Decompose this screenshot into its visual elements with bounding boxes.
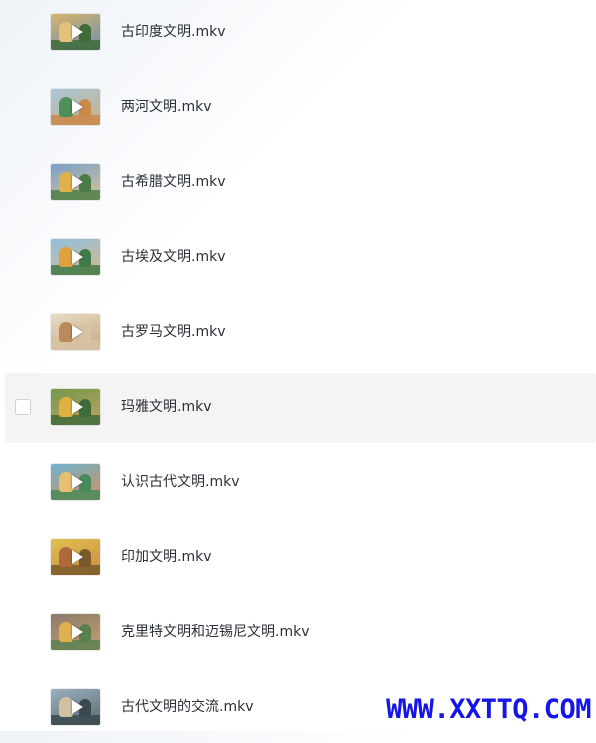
thumbnail-ground bbox=[51, 190, 100, 200]
file-name[interactable]: 古埃及文明.mkv bbox=[121, 247, 225, 267]
video-thumbnail[interactable] bbox=[51, 314, 100, 350]
play-icon bbox=[71, 400, 83, 414]
file-name[interactable]: 古罗马文明.mkv bbox=[121, 322, 225, 342]
thumbnail-ground bbox=[51, 115, 100, 125]
file-row[interactable]: 印加文明.mkv bbox=[5, 523, 596, 593]
thumbnail-ground bbox=[51, 40, 100, 50]
video-thumbnail[interactable] bbox=[51, 239, 100, 275]
file-name[interactable]: 古代文明的交流.mkv bbox=[121, 697, 253, 717]
file-row[interactable]: 认识古代文明.mkv bbox=[5, 448, 596, 518]
watermark-text: WWW.XXTTQ.COM bbox=[386, 694, 591, 725]
file-row[interactable]: 古罗马文明.mkv bbox=[5, 298, 596, 368]
video-thumbnail[interactable] bbox=[51, 389, 100, 425]
play-icon bbox=[71, 25, 83, 39]
play-icon bbox=[71, 700, 83, 714]
video-thumbnail[interactable] bbox=[51, 464, 100, 500]
file-row[interactable]: 克里特文明和迈锡尼文明.mkv bbox=[5, 598, 596, 668]
file-row[interactable]: 玛雅文明.mkv bbox=[5, 373, 596, 443]
file-name[interactable]: 印加文明.mkv bbox=[121, 547, 211, 567]
file-row[interactable]: 古埃及文明.mkv bbox=[5, 223, 596, 293]
file-row[interactable]: 古希腊文明.mkv bbox=[5, 148, 596, 218]
play-icon bbox=[71, 325, 83, 339]
file-name[interactable]: 克里特文明和迈锡尼文明.mkv bbox=[121, 622, 309, 642]
thumbnail-ground bbox=[51, 340, 100, 350]
thumbnail-ground bbox=[51, 565, 100, 575]
video-thumbnail[interactable] bbox=[51, 89, 100, 125]
play-icon bbox=[71, 175, 83, 189]
play-icon bbox=[71, 625, 83, 639]
file-name[interactable]: 古印度文明.mkv bbox=[121, 22, 225, 42]
thumbnail-ground bbox=[51, 490, 100, 500]
play-icon bbox=[71, 475, 83, 489]
video-thumbnail[interactable] bbox=[51, 539, 100, 575]
play-icon bbox=[71, 250, 83, 264]
video-thumbnail[interactable] bbox=[51, 689, 100, 725]
thumbnail-ground bbox=[51, 640, 100, 650]
thumbnail-ground bbox=[51, 265, 100, 275]
video-thumbnail[interactable] bbox=[51, 14, 100, 50]
file-name[interactable]: 认识古代文明.mkv bbox=[121, 472, 239, 492]
select-checkbox[interactable] bbox=[15, 399, 31, 415]
thumbnail-ground bbox=[51, 715, 100, 725]
play-icon bbox=[71, 550, 83, 564]
file-name[interactable]: 玛雅文明.mkv bbox=[121, 397, 211, 417]
thumbnail-ground bbox=[51, 415, 100, 425]
video-thumbnail[interactable] bbox=[51, 164, 100, 200]
file-name[interactable]: 古希腊文明.mkv bbox=[121, 172, 225, 192]
file-row[interactable]: 两河文明.mkv bbox=[5, 73, 596, 143]
video-thumbnail[interactable] bbox=[51, 614, 100, 650]
play-icon bbox=[71, 100, 83, 114]
file-row[interactable]: 古印度文明.mkv bbox=[5, 0, 596, 68]
file-name[interactable]: 两河文明.mkv bbox=[121, 97, 211, 117]
